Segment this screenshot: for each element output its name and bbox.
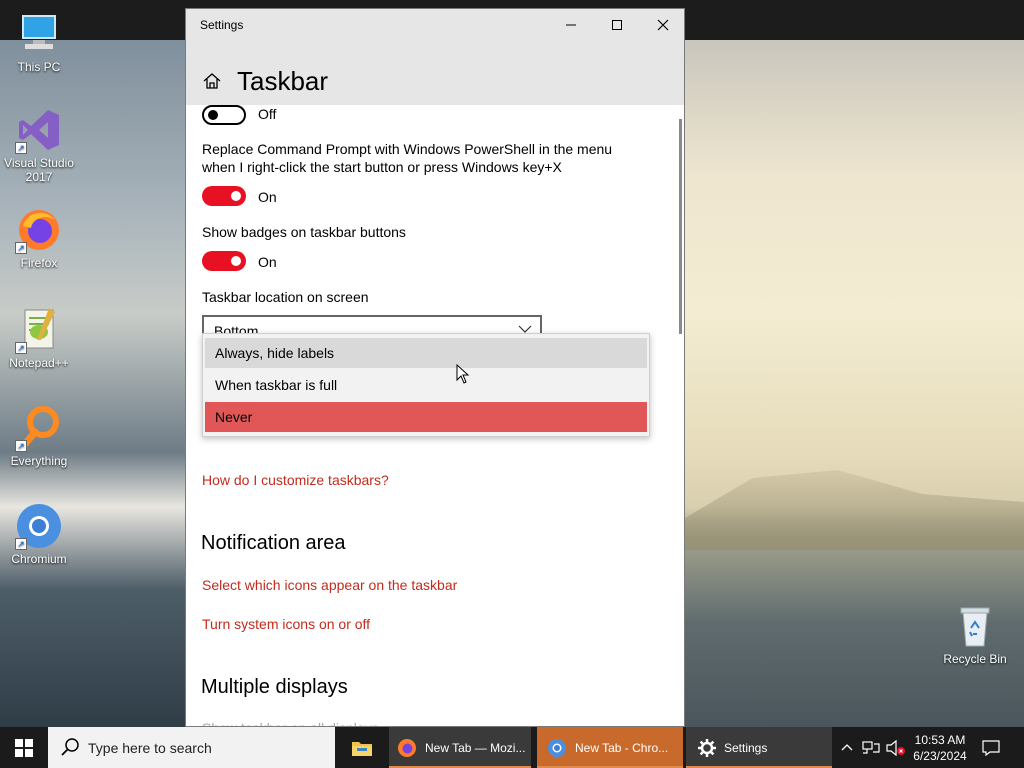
page-title: Taskbar [237,66,329,96]
top-toggle-switch[interactable] [202,105,246,125]
powershell-setting-label: Replace Command Prompt with Windows Powe… [202,141,613,175]
windows-logo-icon [15,738,33,757]
desktop-icon-recycle-bin[interactable]: Recycle Bin [936,602,1014,666]
firefox-icon [398,738,416,757]
window-title: Settings [200,18,244,32]
chevron-up-icon[interactable] [840,741,854,755]
select-icons-link[interactable]: Select which icons appear on the taskbar [202,577,457,593]
badges-setting-label: Show badges on taskbar buttons [202,224,406,240]
powershell-toggle-state: On [258,189,277,205]
desktop-icon-visual-studio[interactable]: ↗ Visual Studio 2017 [0,106,78,184]
title-bar[interactable]: Settings [186,9,684,41]
taskbar-app-settings[interactable]: Settings [686,727,832,768]
network-icon[interactable] [862,740,880,756]
desktop-icon-this-pc[interactable]: This PC [0,10,78,74]
maximize-button[interactable] [594,9,640,41]
shortcut-arrow-icon: ↗ [15,440,27,452]
minimize-button[interactable] [548,9,594,41]
computer-icon [15,10,63,58]
settings-window: Settings Taskbar Off Replace Command Pro… [185,8,685,727]
dropdown-option-when-full[interactable]: When taskbar is full [205,370,647,400]
desktop-icon-label: Everything [10,454,68,468]
visual-studio-icon: ↗ [15,106,63,154]
action-center-button[interactable] [982,727,1000,768]
page-header: Taskbar [186,41,684,105]
notepad-plus-plus-icon: ↗ [15,306,63,354]
top-toggle-state: Off [258,106,277,122]
badges-toggle-switch[interactable] [202,251,246,271]
taskbar: Type here to search New Tab — Mozi... Ne… [0,727,1024,768]
combine-buttons-dropdown: Always, hide labels When taskbar is full… [202,333,650,437]
notification-area-heading: Notification area [201,532,346,554]
customize-taskbars-link[interactable]: How do I customize taskbars? [202,472,389,488]
home-button[interactable] [202,71,222,96]
close-icon [657,19,669,31]
taskbar-app-label: New Tab — Mozi... [425,740,526,755]
taskbar-search-box[interactable]: Type here to search [48,727,335,768]
recycle-bin-icon [951,602,999,650]
desktop-icon-label: Notepad++ [9,356,69,370]
notification-icon [982,739,1000,756]
desktop-icon-label: Firefox [20,256,58,270]
search-icon [61,738,79,756]
maximize-icon [612,20,622,30]
powershell-toggle-switch[interactable] [202,186,246,206]
system-tray [838,727,906,768]
volume-muted-icon[interactable] [886,739,906,756]
shortcut-arrow-icon: ↗ [15,538,27,550]
minimize-icon [566,24,576,26]
desktop-icon-label: Visual Studio 2017 [4,156,74,184]
desktop-icon-everything[interactable]: ↗ Everything [0,404,78,468]
taskbar-location-label: Taskbar location on screen [202,289,369,305]
desktop-icon-label: This PC [17,60,61,74]
shortcut-arrow-icon: ↗ [15,342,27,354]
taskbar-app-chromium[interactable]: New Tab - Chro... [537,727,683,768]
folder-icon [352,741,372,756]
shortcut-arrow-icon: ↗ [15,242,27,254]
close-button[interactable] [640,9,684,41]
desktop-icon-notepad-plus-plus[interactable]: ↗ Notepad++ [0,306,78,370]
clock-date: 6/23/2024 [913,749,967,763]
settings-content: Off Replace Command Prompt with Windows … [186,105,684,726]
show-on-all-displays-label: Show taskbar on all displays [202,719,379,726]
shortcut-arrow-icon: ↗ [15,142,27,154]
desktop-icon-firefox[interactable]: ↗ Firefox [0,206,78,270]
dropdown-option-never[interactable]: Never [205,402,647,432]
clock-time: 10:53 AM [914,733,966,747]
dropdown-option-always-hide-labels[interactable]: Always, hide labels [205,338,647,368]
home-icon [203,73,221,89]
content-scrollbar[interactable] [679,119,682,334]
chromium-icon [548,738,566,757]
desktop-icon-label: Recycle Bin [943,652,1007,666]
taskbar-app-label: Settings [724,740,768,755]
system-icons-link[interactable]: Turn system icons on or off [202,616,370,632]
gear-icon [698,738,716,757]
everything-search-icon: ↗ [15,404,63,452]
taskbar-app-label: New Tab - Chro... [575,740,669,755]
chromium-icon: ↗ [15,502,63,550]
badges-toggle-state: On [258,254,277,270]
taskbar-clock[interactable]: 10:53 AM 6/23/2024 [905,732,975,764]
desktop-icon-chromium[interactable]: ↗ Chromium [0,502,78,566]
desktop-icon-label: Chromium [11,552,67,566]
mouse-cursor-icon [456,363,470,387]
search-placeholder: Type here to search [88,740,212,756]
start-button[interactable] [0,727,48,768]
taskbar-app-file-explorer[interactable] [341,727,383,768]
multiple-displays-heading: Multiple displays [201,676,348,698]
firefox-icon: ↗ [15,206,63,254]
taskbar-app-firefox[interactable]: New Tab — Mozi... [389,727,531,768]
